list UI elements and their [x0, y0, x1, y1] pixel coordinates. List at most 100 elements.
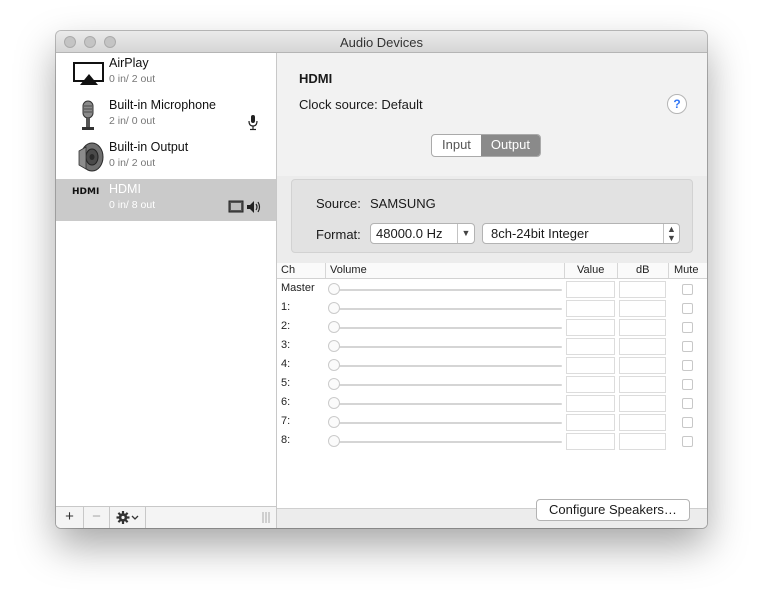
device-actions-button[interactable] — [110, 507, 146, 528]
device-io: 2 in/ 0 out — [109, 115, 156, 127]
mute-checkbox[interactable] — [682, 379, 693, 390]
volume-slider-knob[interactable] — [328, 302, 340, 314]
volume-slider-knob[interactable] — [328, 397, 340, 409]
volume-slider-track[interactable] — [329, 327, 562, 329]
value-field[interactable] — [566, 338, 615, 355]
channel-label: 4: — [281, 358, 291, 370]
volume-slider-track[interactable] — [329, 422, 562, 424]
db-field[interactable] — [619, 357, 666, 374]
microphone-icon — [82, 100, 94, 130]
volume-slider-knob[interactable] — [328, 416, 340, 428]
mute-checkbox[interactable] — [682, 284, 693, 295]
clock-source-label: Clock source: — [299, 97, 378, 112]
volume-slider-knob[interactable] — [328, 340, 340, 352]
channel-label: 2: — [281, 320, 291, 332]
db-field[interactable] — [619, 376, 666, 393]
db-field[interactable] — [619, 300, 666, 317]
bit-format-value: 8ch-24bit Integer — [491, 226, 589, 241]
mute-checkbox[interactable] — [682, 303, 693, 314]
bit-format-select[interactable]: 8ch-24bit Integer ▲ ▼ — [482, 223, 680, 244]
db-field[interactable] — [619, 319, 666, 336]
mute-checkbox[interactable] — [682, 398, 693, 409]
volume-slider-track[interactable] — [329, 346, 562, 348]
channel-label: 6: — [281, 396, 291, 408]
device-item-airplay[interactable]: AirPlay 0 in/ 2 out — [56, 53, 276, 95]
table-row: 4: — [277, 356, 707, 375]
table-row: 6: — [277, 394, 707, 413]
table-header: Ch Volume Value dB Mute — [277, 263, 707, 279]
volume-slider-track[interactable] — [329, 403, 562, 405]
channel-label: Master — [281, 282, 315, 294]
device-name: Built-in Output — [109, 140, 189, 154]
device-item-hdmi[interactable]: HDMI HDMI 0 in/ 8 out — [56, 179, 276, 221]
mute-checkbox[interactable] — [682, 360, 693, 371]
volume-slider-knob[interactable] — [328, 435, 340, 447]
clock-source-value[interactable]: Default — [381, 97, 422, 112]
channel-volume-table: Ch Volume Value dB Mute Master 1: 2: 3: … — [277, 263, 707, 508]
db-field[interactable] — [619, 338, 666, 355]
db-field[interactable] — [619, 433, 666, 450]
db-field[interactable] — [619, 414, 666, 431]
help-button[interactable]: ? — [667, 94, 687, 114]
channel-label: 3: — [281, 339, 291, 351]
table-row: 8: — [277, 432, 707, 451]
value-field[interactable] — [566, 281, 615, 298]
volume-slider-track[interactable] — [329, 441, 562, 443]
gear-icon — [116, 511, 139, 524]
value-field[interactable] — [566, 395, 615, 412]
channel-label: 1: — [281, 301, 291, 313]
device-list: AirPlay 0 in/ 2 out Built-in Microphone … — [56, 53, 277, 528]
device-name: AirPlay — [109, 56, 149, 70]
mute-checkbox[interactable] — [682, 417, 693, 428]
source-label: Source: — [316, 196, 361, 211]
channel-label: 5: — [281, 377, 291, 389]
mute-checkbox[interactable] — [682, 436, 693, 447]
volume-slider-knob[interactable] — [328, 283, 340, 295]
remove-device-button[interactable]: − — [84, 507, 110, 528]
db-field[interactable] — [619, 281, 666, 298]
volume-slider-knob[interactable] — [328, 321, 340, 333]
value-field[interactable] — [566, 300, 615, 317]
value-field[interactable] — [566, 357, 615, 374]
format-label: Format: — [316, 227, 361, 242]
table-row: 3: — [277, 337, 707, 356]
column-header-value: Value — [577, 264, 605, 276]
value-field[interactable] — [566, 414, 615, 431]
speaker-badge-icon — [247, 201, 261, 213]
volume-slider-track[interactable] — [329, 308, 562, 310]
value-field[interactable] — [566, 433, 615, 450]
device-io: 0 in/ 2 out — [109, 157, 156, 169]
device-detail-pane: HDMI Clock source: Default ? Input Outpu… — [277, 53, 707, 528]
volume-slider-knob[interactable] — [328, 378, 340, 390]
value-field[interactable] — [566, 376, 615, 393]
device-item-built-in-microphone[interactable]: Built-in Microphone 2 in/ 0 out — [56, 95, 276, 137]
add-device-button[interactable]: + — [56, 507, 84, 528]
source-value[interactable]: SAMSUNG — [370, 196, 436, 211]
volume-slider-track[interactable] — [329, 365, 562, 367]
tab-output[interactable]: Output — [480, 135, 540, 156]
source-format-panel: Source: SAMSUNG Format: 48000.0 Hz ▼ 8ch… — [291, 179, 693, 253]
table-row: 5: — [277, 375, 707, 394]
device-io: 0 in/ 2 out — [109, 73, 156, 85]
channel-label: 7: — [281, 415, 291, 427]
volume-slider-track[interactable] — [329, 384, 562, 386]
resize-handle-icon[interactable] — [262, 512, 270, 523]
value-field[interactable] — [566, 319, 615, 336]
sample-rate-select[interactable]: 48000.0 Hz ▼ — [370, 223, 475, 244]
volume-slider-track[interactable] — [329, 289, 562, 291]
mute-checkbox[interactable] — [682, 341, 693, 352]
microphone-badge-icon — [248, 115, 258, 131]
mute-checkbox[interactable] — [682, 322, 693, 333]
tab-input[interactable]: Input — [432, 135, 481, 156]
table-row: Master — [277, 280, 707, 299]
db-field[interactable] — [619, 395, 666, 412]
volume-slider-knob[interactable] — [328, 359, 340, 371]
audio-devices-window: Audio Devices AirPlay 0 in/ 2 out Built-… — [56, 31, 707, 528]
device-name: Built-in Microphone — [109, 98, 216, 112]
window-title: Audio Devices — [339, 35, 424, 50]
device-item-built-in-output[interactable]: Built-in Output 0 in/ 2 out — [56, 137, 276, 179]
display-badge-icon — [228, 200, 244, 213]
configure-speakers-button[interactable]: Configure Speakers… — [536, 499, 690, 521]
hdmi-icon: HDMI — [72, 187, 99, 197]
speaker-icon — [78, 142, 104, 172]
